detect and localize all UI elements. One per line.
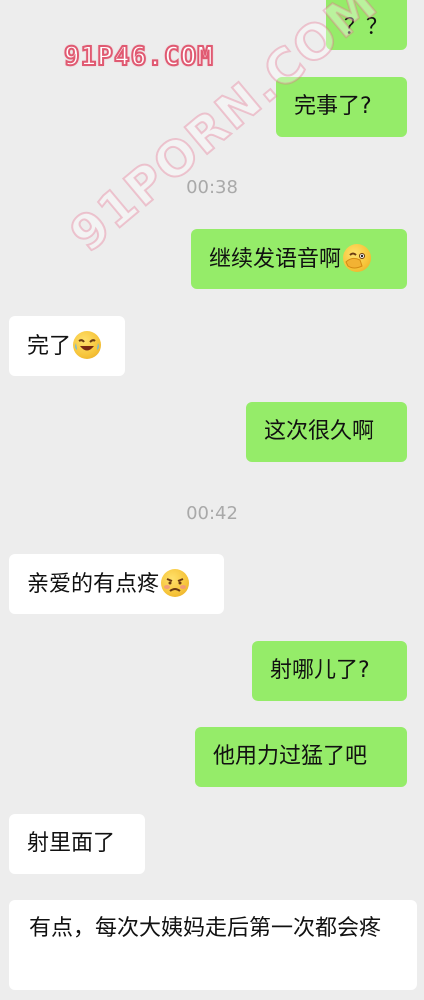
message-text: 他用力过猛了吧 [213, 744, 368, 769]
timestamp: 00:42 [186, 503, 238, 524]
message-bubble-outgoing[interactable]: 继续发语音啊 [191, 229, 407, 289]
message-bubble-incoming[interactable]: 完了 [9, 316, 125, 376]
message-bubble-outgoing[interactable]: 这次很久啊 [246, 402, 407, 462]
message-bubble-incoming[interactable]: 射里面了 [9, 814, 145, 874]
watermark-text: 91P46.COM [63, 41, 214, 73]
message-bubble-outgoing[interactable]: 射哪儿了? [252, 641, 407, 701]
cover-face-laughing-emoji [343, 244, 372, 272]
message-text: 完事了? [294, 94, 372, 119]
timestamp: 00:38 [186, 177, 238, 198]
message-text: 亲爱的有点疼 [27, 572, 160, 597]
message-text: 射哪儿了? [270, 658, 370, 683]
pained-face-emoji [161, 569, 190, 597]
message-bubble-outgoing[interactable]: 他用力过猛了吧 [195, 727, 407, 787]
message-text: 有点，每次大姨妈走后第一次都会疼 [29, 916, 382, 941]
message-text: 射里面了 [27, 831, 116, 856]
crying-laughing-emoji [73, 331, 102, 359]
message-text: 完了 [27, 334, 72, 359]
message-text: 这次很久啊 [264, 419, 375, 444]
message-bubble-incoming[interactable]: 有点，每次大姨妈走后第一次都会疼 [9, 900, 417, 990]
message-bubble-incoming[interactable]: 亲爱的有点疼 [9, 554, 224, 614]
message-text: 继续发语音啊 [209, 247, 342, 272]
